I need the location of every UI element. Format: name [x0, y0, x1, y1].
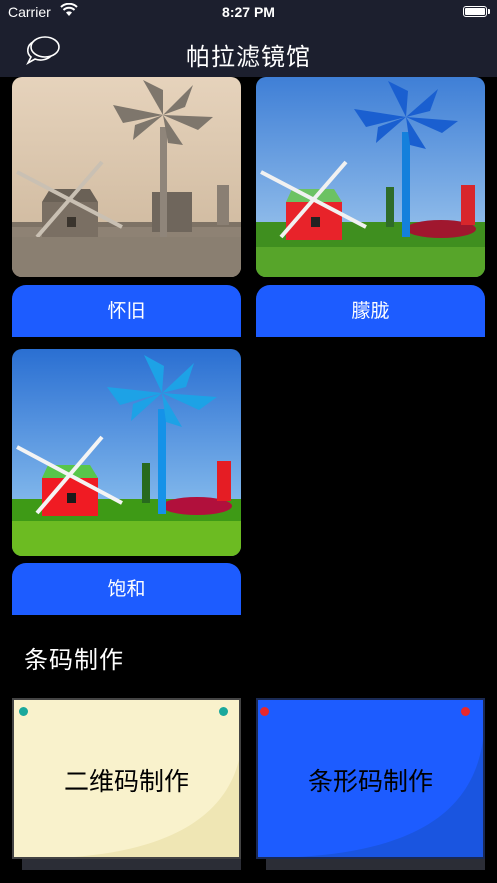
filter-preview-saturated[interactable]	[12, 349, 241, 556]
barcode-tool-label: 条形码制作	[307, 767, 433, 796]
filter-card-hazy[interactable]: 朦胧	[256, 77, 485, 337]
pin-icon	[260, 707, 269, 716]
filter-preview-hazy[interactable]	[256, 77, 485, 277]
filter-button-hazy[interactable]: 朦胧	[256, 285, 485, 337]
barcode-tool-card[interactable]: 条形码制作	[256, 698, 485, 870]
page-title: 帕拉滤镜馆	[186, 43, 311, 71]
filter-preview-sepia[interactable]	[12, 77, 241, 277]
qrcode-tool-card[interactable]: 二维码制作	[12, 698, 241, 870]
battery-icon	[463, 6, 487, 17]
section-title: 条码制作	[24, 646, 124, 674]
nav-bar: 帕拉滤镜馆	[0, 24, 497, 77]
qrcode-tool-label: 二维码制作	[63, 767, 189, 796]
status-bar: Carrier 8:27 PM	[0, 0, 497, 24]
pin-icon	[19, 707, 28, 716]
filter-button-saturated[interactable]: 饱和	[12, 563, 241, 615]
filter-card-saturated[interactable]: 饱和	[12, 349, 241, 615]
battery-tip	[488, 9, 490, 14]
filter-card-sepia[interactable]: 怀旧	[12, 77, 241, 337]
pin-icon	[219, 707, 228, 716]
filter-button-sepia[interactable]: 怀旧	[12, 285, 241, 337]
clock: 8:27 PM	[222, 4, 275, 20]
pin-icon	[461, 707, 470, 716]
